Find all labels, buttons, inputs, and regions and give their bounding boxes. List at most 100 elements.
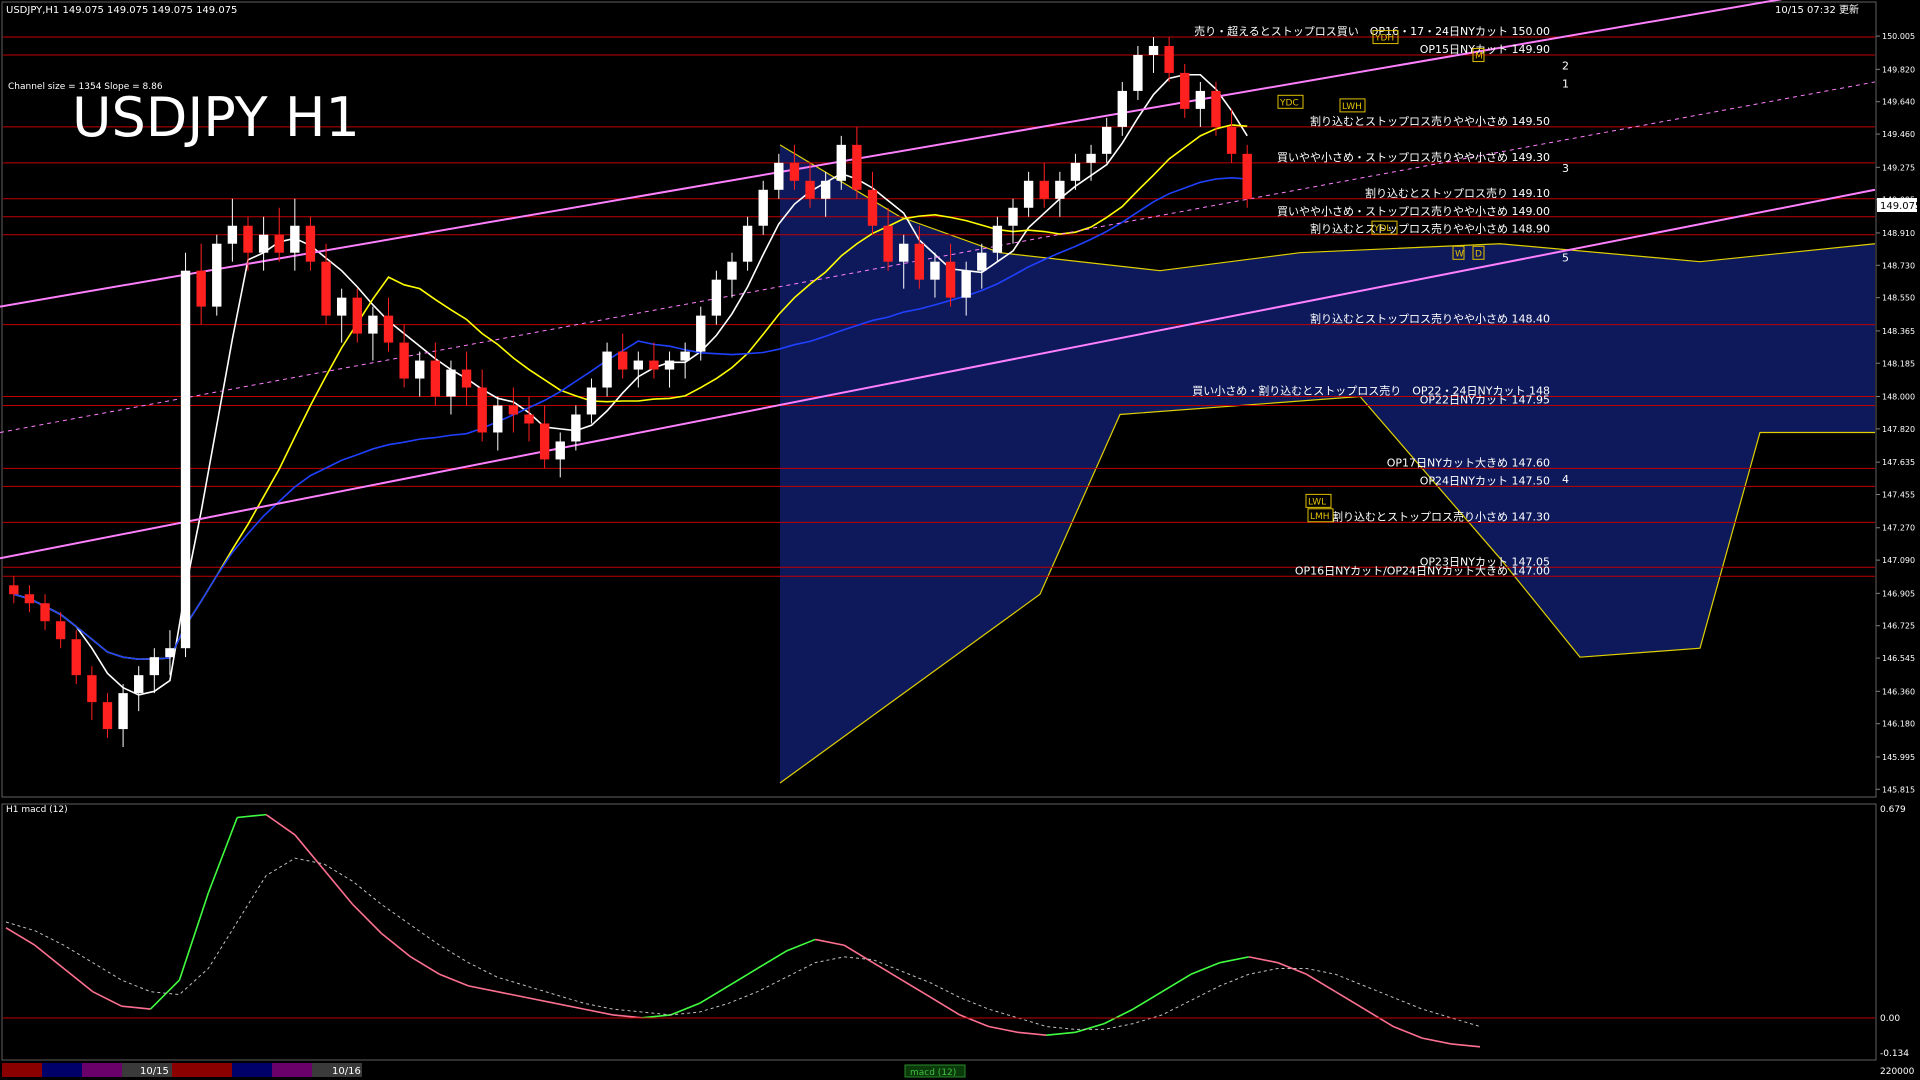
box-label-ydc: YDC <box>1279 98 1299 108</box>
candle-body-35 <box>555 441 565 460</box>
candle-body-48 <box>758 189 768 226</box>
price-tick-label-1: 149.820 <box>1882 65 1915 74</box>
candle-body-53 <box>836 144 846 181</box>
candle-body-50 <box>789 162 800 181</box>
candle-body-60 <box>945 261 956 298</box>
candle-body-64 <box>1008 207 1018 226</box>
box-label-lmh: LMH <box>1310 512 1330 522</box>
candle-body-46 <box>727 261 737 280</box>
candle-body-62 <box>977 252 987 271</box>
candle-body-58 <box>914 243 925 280</box>
price-tick-label-2: 149.640 <box>1882 98 1915 107</box>
price-tick-label-23: 145.815 <box>1882 785 1915 794</box>
candle-body-37 <box>586 387 597 415</box>
candle-body-23 <box>368 315 378 334</box>
timestamp: 10/15 07:32 更新 <box>1775 3 1859 16</box>
candle-body-5 <box>87 675 97 703</box>
candle-body-57 <box>899 243 909 262</box>
price-tick-label-3: 149.460 <box>1882 130 1915 139</box>
candle-body-34 <box>539 423 550 460</box>
price-tick-label-13: 147.635 <box>1882 458 1915 467</box>
macd-scale-bottom: -0.134 <box>1880 1049 1909 1059</box>
box-label-d: D <box>1475 249 1482 259</box>
price-tick-label-17: 146.905 <box>1882 589 1915 598</box>
level-label-7: 割り込むとストップロス売りやや小さめ 148.40 <box>1310 312 1550 326</box>
candle-body-79 <box>1242 153 1252 199</box>
candle-body-11 <box>180 270 191 649</box>
candle-body-1 <box>24 594 35 604</box>
macd-tab-label[interactable]: macd (12) <box>910 1068 956 1078</box>
candle-body-30 <box>477 387 487 433</box>
box-label-w: W <box>1455 249 1464 259</box>
level-label-3: 買いやや小さめ・ストップロス売りやや小さめ 149.30 <box>1277 151 1550 164</box>
candle-body-54 <box>852 144 862 190</box>
candle-body-78 <box>1226 126 1237 154</box>
candle-body-38 <box>602 351 612 388</box>
candle-body-70 <box>1101 126 1112 154</box>
candle-body-6 <box>102 702 113 730</box>
level-label-1: OP15日NYカット 149.90 <box>1420 43 1550 56</box>
candle-body-2 <box>40 603 50 622</box>
candle-body-52 <box>820 180 831 199</box>
candle-body-39 <box>618 351 628 370</box>
candle-body-71 <box>1117 90 1127 127</box>
candle-body-76 <box>1195 90 1206 109</box>
level-label-2: 割り込むとストップロス売りやや小さめ 149.50 <box>1310 114 1550 128</box>
price-tick-label-4: 149.275 <box>1882 163 1915 172</box>
candle-body-44 <box>696 315 706 352</box>
big-title: USDJPY H1 <box>72 86 360 149</box>
price-tick-label-11: 148.000 <box>1882 393 1915 402</box>
candle-body-28 <box>446 369 456 397</box>
candle-body-56 <box>883 225 893 262</box>
price-tick-label-16: 147.090 <box>1882 556 1915 565</box>
box-label-lwh: LWH <box>1342 102 1362 112</box>
box-label-ydh: YDH <box>1374 34 1394 44</box>
candle-body-3 <box>55 621 66 640</box>
candle-body-51 <box>805 180 815 199</box>
candle-body-65 <box>1023 180 1034 208</box>
wave-label-3: 3 <box>1562 162 1569 175</box>
candle-body-59 <box>930 261 940 280</box>
usdjpy-h1-chart: 売り・超えるとストップロス買い OP16・17・24日NYカット 150.00 O… <box>0 0 1920 1080</box>
price-tick-label-15: 147.270 <box>1882 524 1915 533</box>
price-tick-label-8: 148.550 <box>1882 294 1915 303</box>
macd-label: H1 macd (12) <box>6 805 68 815</box>
candle-body-61 <box>961 270 971 298</box>
level-label-11: OP24日NYカット 147.50 <box>1420 474 1550 487</box>
candle-body-69 <box>1086 153 1096 163</box>
candle-body-77 <box>1211 90 1221 127</box>
date-label-1: 10/15 <box>140 1066 169 1077</box>
box-label-m: M <box>1475 52 1483 62</box>
candle-body-0 <box>9 585 19 595</box>
candle-body-45 <box>711 279 722 316</box>
candle-body-18 <box>290 225 300 253</box>
candle-body-24 <box>383 315 394 343</box>
candle-body-67 <box>1055 180 1065 199</box>
price-tick-label-21: 146.180 <box>1882 720 1915 729</box>
candle-body-66 <box>1039 180 1049 199</box>
candle-body-22 <box>352 297 362 334</box>
price-tick-label-20: 146.360 <box>1882 687 1915 696</box>
box-label-ydl: YDL <box>1373 224 1391 234</box>
level-label-6: 割り込むとストップロス売りやや小さめ 148.90 <box>1310 222 1550 236</box>
level-label-10: OP17日NYカット大きめ 147.60 <box>1387 455 1550 469</box>
candle-body-12 <box>196 270 206 307</box>
candle-body-13 <box>212 243 222 307</box>
price-tick-label-0: 150.005 <box>1882 32 1915 41</box>
candle-body-9 <box>149 657 160 676</box>
level-label-5: 買いやや小さめ・ストップロス売りやや小さめ 149.00 <box>1277 205 1550 218</box>
candle-body-73 <box>1148 45 1159 55</box>
candle-body-17 <box>274 234 284 253</box>
candle-body-75 <box>1180 72 1190 109</box>
candle-body-43 <box>680 351 690 361</box>
price-tick-label-19: 146.545 <box>1882 654 1915 663</box>
level-label-0: 売り・超えるとストップロス買い OP16・17・24日NYカット 150.00 <box>1194 24 1550 38</box>
candle-body-26 <box>415 360 425 379</box>
candle-body-40 <box>633 360 643 370</box>
price-tick-label-12: 147.820 <box>1882 425 1915 434</box>
candle-body-63 <box>992 225 1003 253</box>
candle-body-33 <box>524 414 534 424</box>
price-tick-label-14: 147.455 <box>1882 490 1915 499</box>
price-tick-label-18: 146.725 <box>1882 622 1915 631</box>
price-tick-label-7: 148.730 <box>1882 261 1915 270</box>
